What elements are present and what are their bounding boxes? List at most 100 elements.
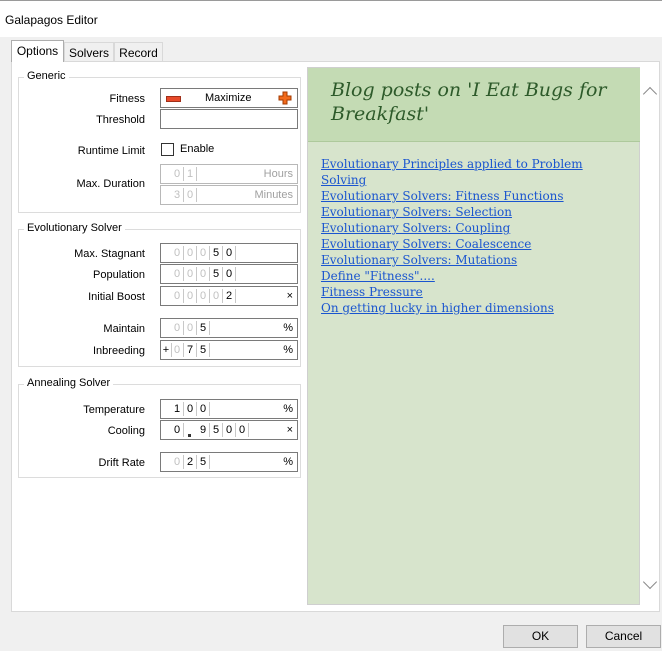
population-label: Population xyxy=(93,269,145,281)
digit: 0 xyxy=(184,246,197,260)
scrollbar[interactable] xyxy=(640,67,659,605)
runtime-limit-label: Runtime Limit xyxy=(77,145,145,157)
blog-link[interactable]: Fitness Pressure xyxy=(321,284,631,300)
minutes-digit: 3 xyxy=(171,188,184,202)
temperature-input[interactable]: 1 0 0 % xyxy=(160,399,298,419)
blog-links: Evolutionary Principles applied to Probl… xyxy=(321,156,631,316)
minutes-digit: 0 xyxy=(184,188,197,202)
digit: 5 xyxy=(210,246,223,260)
digit: 2 xyxy=(184,455,197,469)
fitness-label: Fitness xyxy=(109,93,145,105)
minutes-input[interactable]: 3 0 Minutes xyxy=(160,185,298,205)
evolutionary-group-title: Evolutionary Solver xyxy=(24,222,125,234)
population-input[interactable]: 0 0 0 5 0 xyxy=(160,264,298,284)
blog-link[interactable]: Evolutionary Solvers: Mutations xyxy=(321,252,631,268)
digit: 0 xyxy=(197,267,210,281)
blog-header: Blog posts on 'I Eat Bugs for Breakfast' xyxy=(308,68,641,142)
cooling-input[interactable]: 0 9 5 0 0 × xyxy=(160,420,298,440)
digit: 0 xyxy=(197,402,210,416)
hours-input[interactable]: 0 1 Hours xyxy=(160,164,298,184)
ok-button[interactable]: OK xyxy=(503,625,578,648)
blog-link[interactable]: Define "Fitness".... xyxy=(321,268,631,284)
digit: 0 xyxy=(197,289,210,303)
minus-icon[interactable] xyxy=(166,96,181,102)
digit: 0 xyxy=(184,267,197,281)
digit: 5 xyxy=(197,455,210,469)
temperature-unit: % xyxy=(283,403,293,415)
max-stagnant-input[interactable]: 0 0 0 5 0 xyxy=(160,243,298,263)
drift-rate-label: Drift Rate xyxy=(98,457,145,469)
blog-link[interactable]: Evolutionary Solvers: Fitness Functions xyxy=(321,188,631,204)
initial-boost-label: Initial Boost xyxy=(88,291,145,303)
blog-link[interactable]: Evolutionary Principles applied to Probl… xyxy=(321,156,631,188)
initial-boost-input[interactable]: 0 0 0 0 2 × xyxy=(160,286,298,306)
annealing-group-title: Annealing Solver xyxy=(24,377,114,389)
digit: 5 xyxy=(210,423,223,437)
digit: 0 xyxy=(171,343,184,357)
maintain-label: Maintain xyxy=(103,323,145,335)
digit: 5 xyxy=(210,267,223,281)
inbreeding-label: Inbreeding xyxy=(93,345,145,357)
digit: 0 xyxy=(171,321,184,335)
digit: 0 xyxy=(197,246,210,260)
window-title: Galapagos Editor xyxy=(5,13,98,27)
drift-rate-input[interactable]: 0 2 5 % xyxy=(160,452,298,472)
fitness-toggle[interactable]: Maximize xyxy=(160,88,298,108)
cooling-unit: × xyxy=(286,424,293,436)
inbreeding-input[interactable]: + 0 7 5 % xyxy=(160,340,298,360)
blog-link[interactable]: Evolutionary Solvers: Coalescence xyxy=(321,236,631,252)
enable-checkbox[interactable] xyxy=(161,143,174,156)
threshold-input[interactable] xyxy=(160,109,298,129)
plus-icon[interactable] xyxy=(278,91,292,105)
digit: 0 xyxy=(171,246,184,260)
blog-panel: Blog posts on 'I Eat Bugs for Breakfast'… xyxy=(307,67,641,605)
tab-solvers[interactable]: Solvers xyxy=(64,42,114,62)
chevron-down-icon[interactable] xyxy=(642,574,658,590)
digit: 0 xyxy=(184,402,197,416)
digit: 0 xyxy=(223,267,236,281)
blog-link[interactable]: Evolutionary Solvers: Selection xyxy=(321,204,631,220)
tab-options[interactable]: Options xyxy=(11,40,64,62)
digit: 0 xyxy=(210,289,223,303)
max-stagnant-label: Max. Stagnant xyxy=(74,248,145,260)
inbreeding-unit: % xyxy=(283,344,293,356)
cooling-label: Cooling xyxy=(107,425,145,437)
threshold-label: Threshold xyxy=(96,114,145,126)
blog-link[interactable]: On getting lucky in higher dimensions xyxy=(321,300,631,316)
generic-group-title: Generic xyxy=(24,70,69,82)
decimal-point xyxy=(188,434,191,437)
digit: 0 xyxy=(171,267,184,281)
hours-digit: 0 xyxy=(171,167,184,181)
chevron-up-icon[interactable] xyxy=(642,86,658,102)
max-duration-label: Max. Duration xyxy=(76,178,145,190)
temperature-label: Temperature xyxy=(83,404,145,416)
blog-link[interactable]: Evolutionary Solvers: Coupling xyxy=(321,220,631,236)
digit: 0 xyxy=(171,423,184,437)
minutes-unit: Minutes xyxy=(254,189,293,201)
digit: 0 xyxy=(171,455,184,469)
digit: 5 xyxy=(197,321,210,335)
maintain-unit: % xyxy=(283,322,293,334)
title-bar: Galapagos Editor xyxy=(0,0,662,37)
digit: 0 xyxy=(184,289,197,303)
digit: 0 xyxy=(223,423,236,437)
digit: 0 xyxy=(223,246,236,260)
digit: 7 xyxy=(184,343,197,357)
digit: 9 xyxy=(197,423,210,437)
maintain-input[interactable]: 0 0 5 % xyxy=(160,318,298,338)
digit: 5 xyxy=(197,343,210,357)
digit: 0 xyxy=(171,289,184,303)
digit: 2 xyxy=(223,289,236,303)
drift-unit: % xyxy=(283,456,293,468)
digit: 0 xyxy=(184,321,197,335)
hours-digit: 1 xyxy=(184,167,197,181)
digit: 1 xyxy=(171,402,184,416)
cancel-button[interactable]: Cancel xyxy=(586,625,661,648)
fitness-mode: Maximize xyxy=(205,92,252,104)
digit: 0 xyxy=(236,423,249,437)
boost-unit: × xyxy=(286,290,293,302)
hours-unit: Hours xyxy=(263,168,293,180)
enable-label[interactable]: Enable xyxy=(180,143,214,155)
blog-title: Blog posts on 'I Eat Bugs for Breakfast' xyxy=(331,79,607,125)
tab-record[interactable]: Record xyxy=(114,42,163,62)
